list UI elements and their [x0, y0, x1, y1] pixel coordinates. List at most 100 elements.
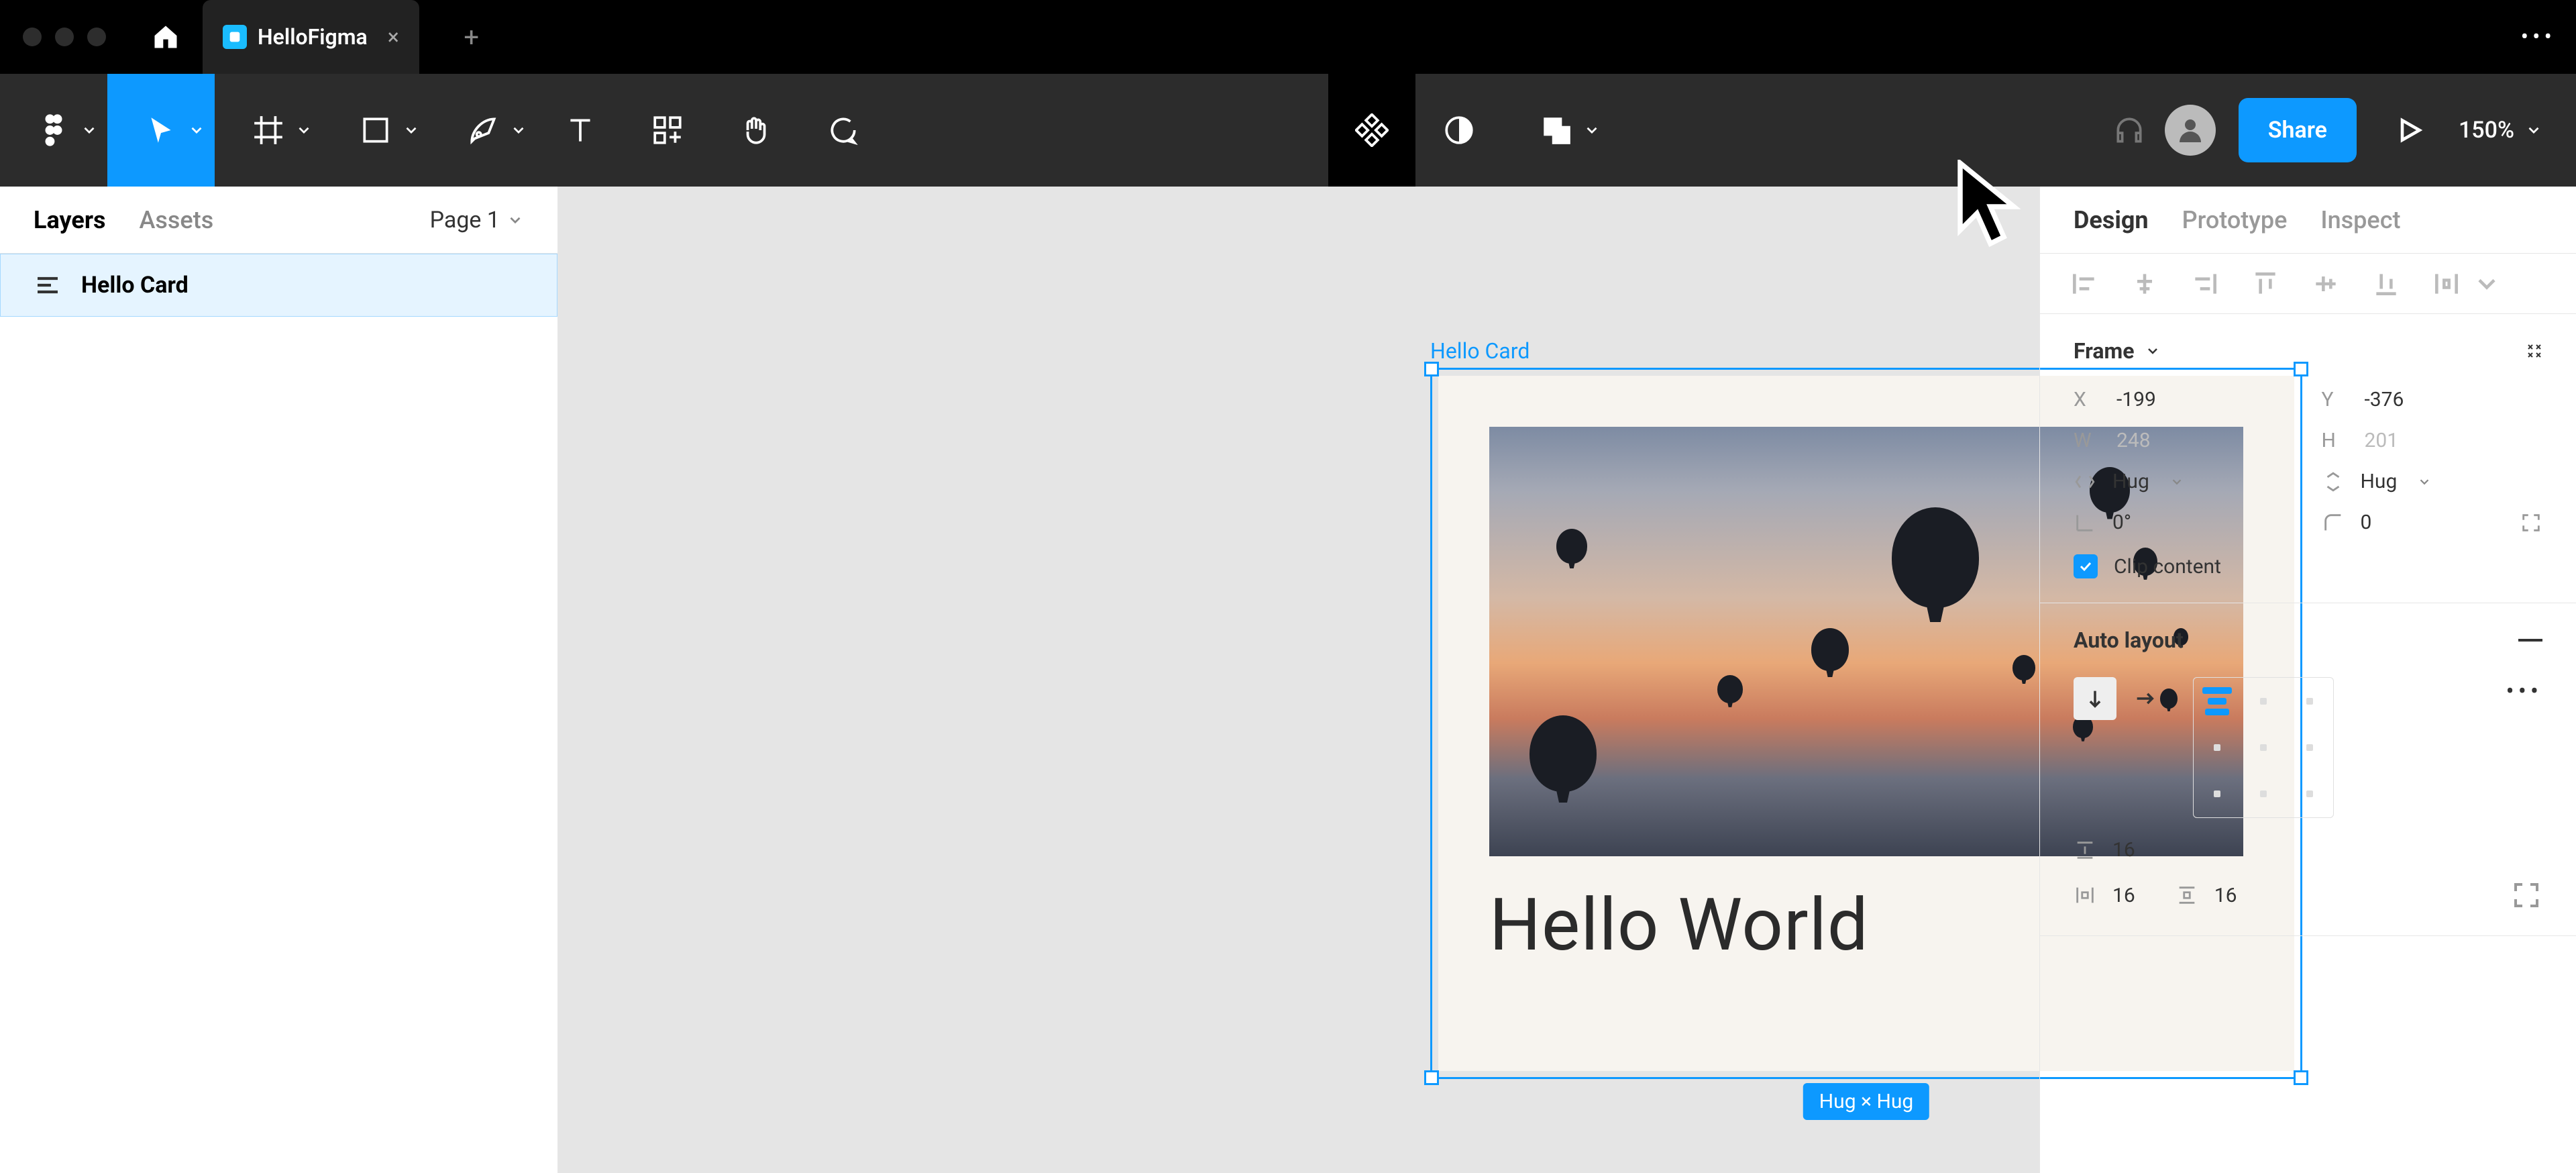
window-menu-button[interactable]: •••: [2521, 23, 2556, 50]
alignment-row: [2040, 254, 2576, 314]
canvas[interactable]: Hello Card Hello World Hug ×: [558, 187, 2039, 1173]
main-menu-button[interactable]: [0, 74, 107, 187]
mask-icon: [1442, 113, 1476, 147]
layers-list: Hello Card: [0, 254, 557, 1173]
audio-button[interactable]: [2099, 74, 2159, 187]
distribute-icon[interactable]: [2432, 269, 2461, 299]
boolean-tool-button[interactable]: [1503, 74, 1610, 187]
pen-icon: [466, 113, 500, 147]
figma-file-icon: [223, 25, 247, 49]
file-tab-title: HelloFigma: [258, 24, 368, 50]
align-right-icon[interactable]: [2190, 269, 2220, 299]
h-padding-field[interactable]: 16: [2074, 879, 2135, 911]
text-tool-button[interactable]: [537, 74, 624, 187]
maximize-window-button[interactable]: [87, 28, 106, 46]
mask-tool-button[interactable]: [1415, 74, 1503, 187]
align-left-icon[interactable]: [2070, 269, 2099, 299]
assets-tab[interactable]: Assets: [140, 206, 214, 234]
independent-corners-icon[interactable]: [2520, 511, 2542, 534]
person-icon: [2174, 114, 2206, 146]
h-field[interactable]: H201: [2322, 429, 2543, 452]
align-v-center-icon[interactable]: [2311, 269, 2341, 299]
resize-to-fit-icon[interactable]: [2526, 343, 2542, 359]
hand-tool-button[interactable]: [711, 74, 798, 187]
chevron-down-icon: [2169, 474, 2184, 489]
frame-label[interactable]: Hello Card: [1430, 338, 1529, 364]
auto-layout-more-button[interactable]: •••: [2506, 677, 2542, 705]
layer-item-label: Hello Card: [81, 272, 189, 299]
layers-tab[interactable]: Layers: [34, 206, 106, 234]
auto-layout-section: Auto layout: [2040, 603, 2576, 936]
direction-vertical-button[interactable]: [2074, 677, 2116, 720]
chevron-down-icon: [295, 121, 313, 139]
right-panel: Design Prototype Inspect Frame X-199 Y-3…: [2039, 187, 2576, 1173]
prototype-tab[interactable]: Prototype: [2182, 206, 2288, 234]
share-button[interactable]: Share: [2239, 98, 2357, 162]
pen-tool-button[interactable]: [429, 74, 537, 187]
comment-icon: [825, 113, 859, 147]
component-icon: [1355, 113, 1389, 147]
resources-tool-button[interactable]: [624, 74, 711, 187]
resize-handle-bl[interactable]: [1424, 1070, 1439, 1085]
resize-handle-tl[interactable]: [1424, 362, 1439, 376]
frame-section-title: Frame: [2074, 338, 2134, 364]
chevron-down-icon: [188, 121, 205, 139]
corner-radius-field[interactable]: 0: [2322, 511, 2543, 534]
chevron-down-icon[interactable]: [2145, 343, 2161, 359]
size-badge: Hug × Hug: [1803, 1083, 1929, 1120]
frame-tool-button[interactable]: [215, 74, 322, 187]
v-padding-field[interactable]: 16: [2176, 879, 2237, 911]
h-padding-icon: [2074, 884, 2096, 907]
component-tool-button[interactable]: [1328, 74, 1415, 187]
direction-horizontal-button[interactable]: [2123, 677, 2166, 720]
new-tab-button[interactable]: +: [451, 17, 492, 57]
y-field[interactable]: Y-376: [2322, 388, 2543, 411]
gap-field[interactable]: 16: [2074, 838, 2542, 862]
comment-tool-button[interactable]: [798, 74, 885, 187]
align-h-center-icon[interactable]: [2130, 269, 2159, 299]
rotation-field[interactable]: 0°: [2074, 511, 2295, 534]
zoom-selector[interactable]: 150%: [2445, 117, 2556, 144]
user-avatar[interactable]: [2165, 105, 2216, 156]
align-top-icon[interactable]: [2251, 269, 2280, 299]
page-selector[interactable]: Page 1: [430, 207, 524, 234]
frame-section: Frame X-199 Y-376 W248 H201 Hug Hug: [2040, 314, 2576, 603]
home-icon: [151, 22, 180, 52]
corner-radius-icon: [2322, 511, 2345, 534]
page-selector-label: Page 1: [430, 207, 500, 234]
file-tab[interactable]: HelloFigma ×: [203, 0, 419, 74]
w-mode-field[interactable]: Hug: [2074, 470, 2295, 493]
arrow-right-icon: [2133, 687, 2156, 710]
text-icon: [564, 113, 597, 147]
boolean-union-icon: [1540, 113, 1573, 147]
move-tool-button[interactable]: [107, 74, 215, 187]
layer-item-hello-card[interactable]: Hello Card: [0, 254, 557, 317]
shape-tool-button[interactable]: [322, 74, 429, 187]
auto-layout-title: Auto layout: [2074, 627, 2184, 653]
independent-padding-icon[interactable]: [2510, 879, 2542, 911]
align-bottom-icon[interactable]: [2371, 269, 2401, 299]
home-tab[interactable]: [129, 0, 203, 74]
right-panel-tabs: Design Prototype Inspect: [2040, 187, 2576, 254]
alignment-grid[interactable]: [2193, 677, 2334, 818]
close-tab-button[interactable]: ×: [388, 24, 399, 50]
inspect-tab[interactable]: Inspect: [2320, 206, 2400, 234]
hand-icon: [738, 113, 771, 147]
clip-content-label: Clip content: [2114, 555, 2221, 578]
chevron-down-icon[interactable]: [2472, 269, 2502, 299]
clip-content-row[interactable]: Clip content: [2074, 554, 2542, 578]
angle-icon: [2074, 511, 2096, 534]
chevron-down-icon: [2417, 474, 2432, 489]
h-mode-field[interactable]: Hug: [2322, 470, 2543, 493]
close-window-button[interactable]: [23, 28, 42, 46]
minimize-window-button[interactable]: [55, 28, 74, 46]
check-icon: [2078, 558, 2094, 574]
figma-logo-icon: [37, 113, 70, 147]
x-field[interactable]: X-199: [2074, 388, 2295, 411]
design-tab[interactable]: Design: [2074, 206, 2149, 234]
remove-auto-layout-button[interactable]: [2518, 639, 2542, 642]
w-field[interactable]: W248: [2074, 429, 2295, 452]
present-button[interactable]: [2379, 100, 2440, 160]
toolbar: Share 150%: [0, 74, 2576, 187]
clip-content-checkbox[interactable]: [2074, 554, 2098, 578]
